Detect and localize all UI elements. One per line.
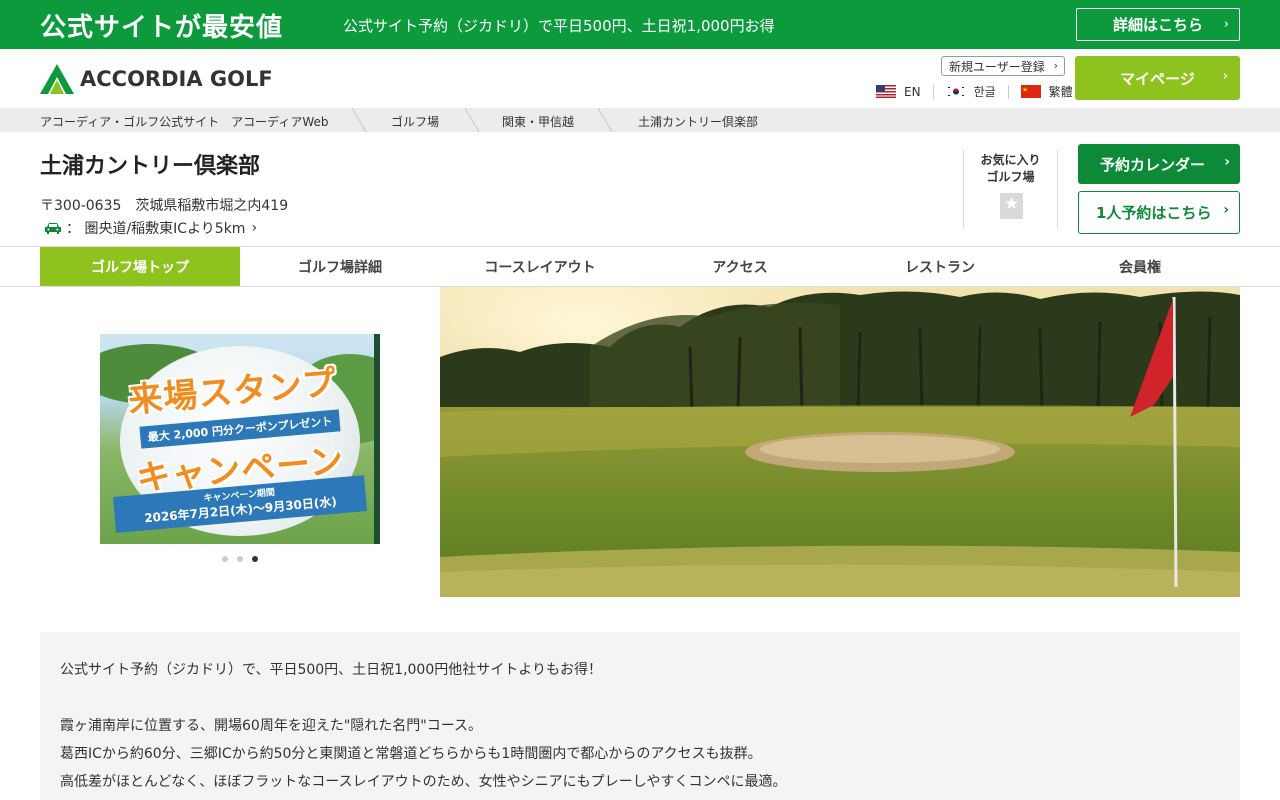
lang-en-label: EN xyxy=(904,84,921,99)
tab-golf-course-details[interactable]: ゴルフ場詳細 xyxy=(240,247,440,286)
tab-access[interactable]: アクセス xyxy=(640,247,840,286)
course-address: 〒300-0635 茨城県稲敷市堀之内419 xyxy=(40,198,289,214)
chevron-right-icon: › xyxy=(1223,17,1229,32)
language-switcher: EN 한글 繁體 xyxy=(876,83,1073,100)
tab-restaurant[interactable]: レストラン xyxy=(840,247,1040,286)
favorite-golf-course[interactable]: お気に入り ゴルフ場 xyxy=(963,150,1058,229)
chevron-right-icon: › xyxy=(251,220,258,236)
tab-course-layout[interactable]: コースレイアウト xyxy=(440,247,640,286)
bookmark-star-icon[interactable] xyxy=(1000,193,1023,219)
logo-text: ACCORDIA GOLF xyxy=(80,67,273,91)
divider xyxy=(1007,84,1009,99)
lang-zh-label: 繁體 xyxy=(1048,85,1073,99)
lang-en[interactable]: EN xyxy=(876,85,921,99)
accordia-logo[interactable]: ACCORDIA GOLF xyxy=(40,64,273,94)
register-label: 新規ユーザー登録 xyxy=(949,59,1045,74)
lang-zh[interactable]: 繁體 xyxy=(1020,83,1073,100)
course-access-text: 圏央道/稲敷東ICより5km xyxy=(84,221,246,237)
breadcrumb-home[interactable]: アコーディア・ゴルフ公式サイト アコーディアWeb xyxy=(40,113,328,130)
chevron-right-icon: › xyxy=(1222,69,1228,84)
course-access-link[interactable]: ： 圏央道/稲敷東ICより5km › xyxy=(44,218,257,238)
breadcrumb: アコーディア・ゴルフ公式サイト アコーディアWeb ゴルフ場 関東・甲信越 土浦… xyxy=(0,108,1280,132)
reservation-calendar-button[interactable]: 予約カレンダー › xyxy=(1078,144,1240,184)
mypage-label: マイページ xyxy=(1120,69,1195,88)
favorite-label-2: ゴルフ場 xyxy=(986,170,1035,184)
chevron-right-icon: › xyxy=(1053,59,1058,72)
access-colon: ： xyxy=(66,221,85,237)
breadcrumb-separator xyxy=(598,108,613,132)
breadcrumb-golf-courses[interactable]: ゴルフ場 xyxy=(391,113,439,130)
us-flag-icon xyxy=(876,85,896,98)
car-icon xyxy=(45,223,61,234)
breadcrumb-current: 土浦カントリー倶楽部 xyxy=(638,115,759,129)
lang-ko-label: 한글 xyxy=(973,85,996,99)
chevron-right-icon: › xyxy=(1223,202,1229,218)
tab-membership[interactable]: 会員権 xyxy=(1040,247,1240,286)
register-button[interactable]: 新規ユーザー登録 › xyxy=(941,56,1065,76)
lang-ko[interactable]: 한글 xyxy=(945,83,996,100)
single-reservation-button[interactable]: 1人予約はこちら › xyxy=(1078,191,1240,234)
golf-course-photo xyxy=(440,287,1240,597)
accordia-mark-icon xyxy=(40,64,74,94)
banner-edge xyxy=(374,334,380,544)
promo-details-label: 詳細はこちら xyxy=(1112,16,1203,34)
description-lead: 公式サイト予約（ジカドリ）で、平日500円、土日祝1,000円他社サイトよりもお… xyxy=(60,662,602,678)
chevron-right-icon: › xyxy=(1224,154,1230,170)
mypage-button[interactable]: マイページ › xyxy=(1075,56,1240,100)
promo-details-button[interactable]: 詳細はこちら › xyxy=(1076,8,1240,41)
reservation-calendar-label: 予約カレンダー xyxy=(1100,155,1206,174)
single-reservation-label: 1人予約はこちら xyxy=(1096,204,1212,222)
description-line: 高低差がほとんどなく、ほぼフラットなコースレイアウトのため、女性やシニアにもプレ… xyxy=(60,774,787,790)
campaign-banner[interactable]: 来場スタンプ 最大 2,000 円分クーポンプレゼント キャンペーン キャンペー… xyxy=(100,334,380,544)
divider xyxy=(932,84,934,99)
carousel-dots xyxy=(222,556,267,562)
course-tabs: ゴルフ場トップ ゴルフ場詳細 コースレイアウト アクセス レストラン 会員権 xyxy=(0,246,1280,287)
description-line: 霞ヶ浦南岸に位置する、開場60周年を迎えた"隠れた名門"コース。 xyxy=(60,718,482,734)
promo-title: 公式サイトが最安値 xyxy=(40,13,284,43)
description-line: 葛西ICから約60分、三郷ICから約50分と東関道と常磐道どちらからも1時間圏内… xyxy=(60,746,762,762)
breadcrumb-region[interactable]: 関東・甲信越 xyxy=(502,113,574,130)
tab-golf-course-top[interactable]: ゴルフ場トップ xyxy=(40,247,240,286)
carousel-dot[interactable] xyxy=(222,556,228,562)
favorite-label-1: お気に入り xyxy=(980,153,1041,167)
page-title: 土浦カントリー倶楽部 xyxy=(40,154,261,179)
promo-text: 公式サイト予約（ジカドリ）で平日500円、土日祝1,000円お得 xyxy=(343,17,775,35)
kr-flag-icon xyxy=(945,85,966,98)
course-description: 公式サイト予約（ジカドリ）で、平日500円、土日祝1,000円他社サイトよりもお… xyxy=(40,632,1240,800)
promo-bar: 公式サイトが最安値 公式サイト予約（ジカドリ）で平日500円、土日祝1,000円… xyxy=(0,0,1280,49)
cn-flag-icon xyxy=(1020,85,1041,98)
breadcrumb-separator xyxy=(352,108,367,132)
carousel-dot-active[interactable] xyxy=(252,556,258,562)
breadcrumb-separator xyxy=(465,108,480,132)
carousel-dot[interactable] xyxy=(237,556,243,562)
